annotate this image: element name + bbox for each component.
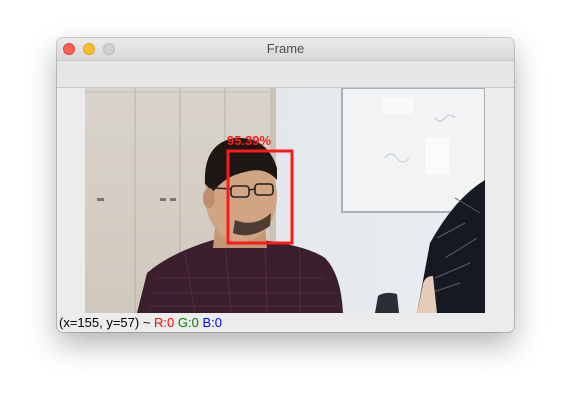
blue-value: B:0 bbox=[202, 315, 222, 330]
toolbar bbox=[57, 61, 514, 88]
green-value: G:0 bbox=[177, 315, 199, 330]
video-frame-image: 95.39% bbox=[85, 88, 485, 313]
cursor-coords: (x=155, y=57) ~ bbox=[59, 315, 155, 330]
confidence-label: 95.39% bbox=[227, 133, 272, 148]
red-value: R:0 bbox=[154, 315, 175, 330]
camera-frame[interactable]: 95.39% bbox=[85, 88, 485, 313]
status-bar: (x=155, y=57) ~ R:0 G:0 B:0 bbox=[59, 315, 222, 330]
title-bar[interactable]: Frame bbox=[57, 38, 514, 61]
window-title: Frame bbox=[266, 41, 305, 56]
app-window: Frame 95.39% (x=155, y=57) ~ R:0 G:0 B:0 bbox=[57, 38, 514, 332]
